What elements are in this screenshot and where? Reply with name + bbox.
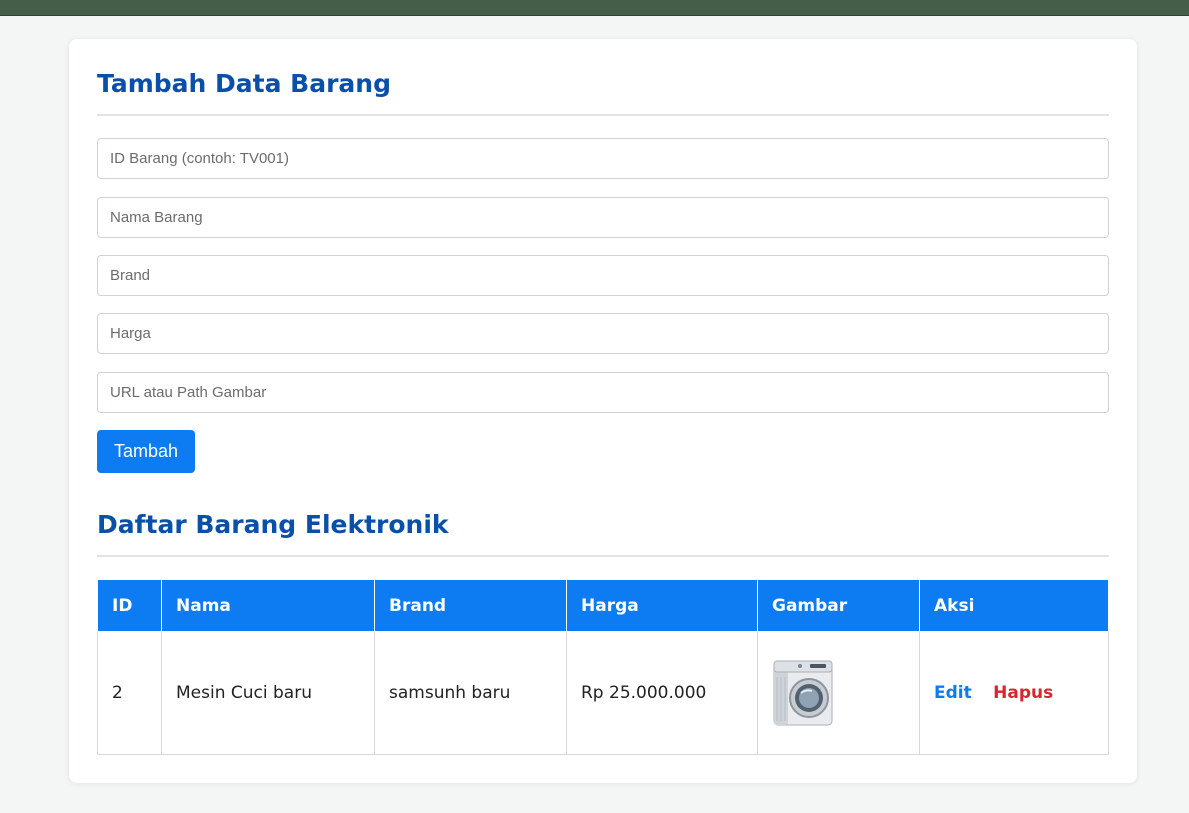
id-barang-input[interactable]: [97, 138, 1109, 179]
list-title-divider: [97, 555, 1109, 557]
cell-gambar: [757, 631, 920, 755]
col-header-nama: Nama: [161, 579, 375, 632]
col-header-gambar: Gambar: [757, 579, 920, 632]
main-card: Tambah Data Barang Tambah Daftar Barang …: [69, 39, 1137, 783]
table-row: 2 Mesin Cuci baru samsunh baru Rp 25.000…: [97, 631, 1109, 755]
col-header-aksi: Aksi: [919, 579, 1109, 632]
form-title: Tambah Data Barang: [97, 69, 391, 98]
cell-brand: samsunh baru: [374, 631, 567, 755]
hapus-link[interactable]: Hapus: [993, 683, 1053, 703]
col-header-brand: Brand: [374, 579, 567, 632]
cell-nama: Mesin Cuci baru: [161, 631, 375, 755]
form-title-divider: [97, 114, 1109, 116]
washing-machine-image: [773, 660, 833, 725]
table-header-row: ID Nama Brand Harga Gambar Aksi: [97, 579, 1109, 632]
gambar-url-input[interactable]: [97, 372, 1109, 413]
cell-harga: Rp 25.000.000: [566, 631, 758, 755]
top-bar: [0, 0, 1189, 16]
harga-input[interactable]: [97, 313, 1109, 354]
list-title: Daftar Barang Elektronik: [97, 510, 449, 539]
col-header-harga: Harga: [566, 579, 758, 632]
edit-link[interactable]: Edit: [934, 683, 972, 703]
col-header-id: ID: [97, 579, 162, 632]
tambah-button[interactable]: Tambah: [97, 430, 195, 473]
cell-aksi: Edit Hapus: [919, 631, 1109, 755]
nama-barang-input[interactable]: [97, 197, 1109, 238]
brand-input[interactable]: [97, 255, 1109, 296]
barang-table: ID Nama Brand Harga Gambar Aksi 2 Mesin …: [97, 579, 1109, 755]
cell-id: 2: [97, 631, 162, 755]
